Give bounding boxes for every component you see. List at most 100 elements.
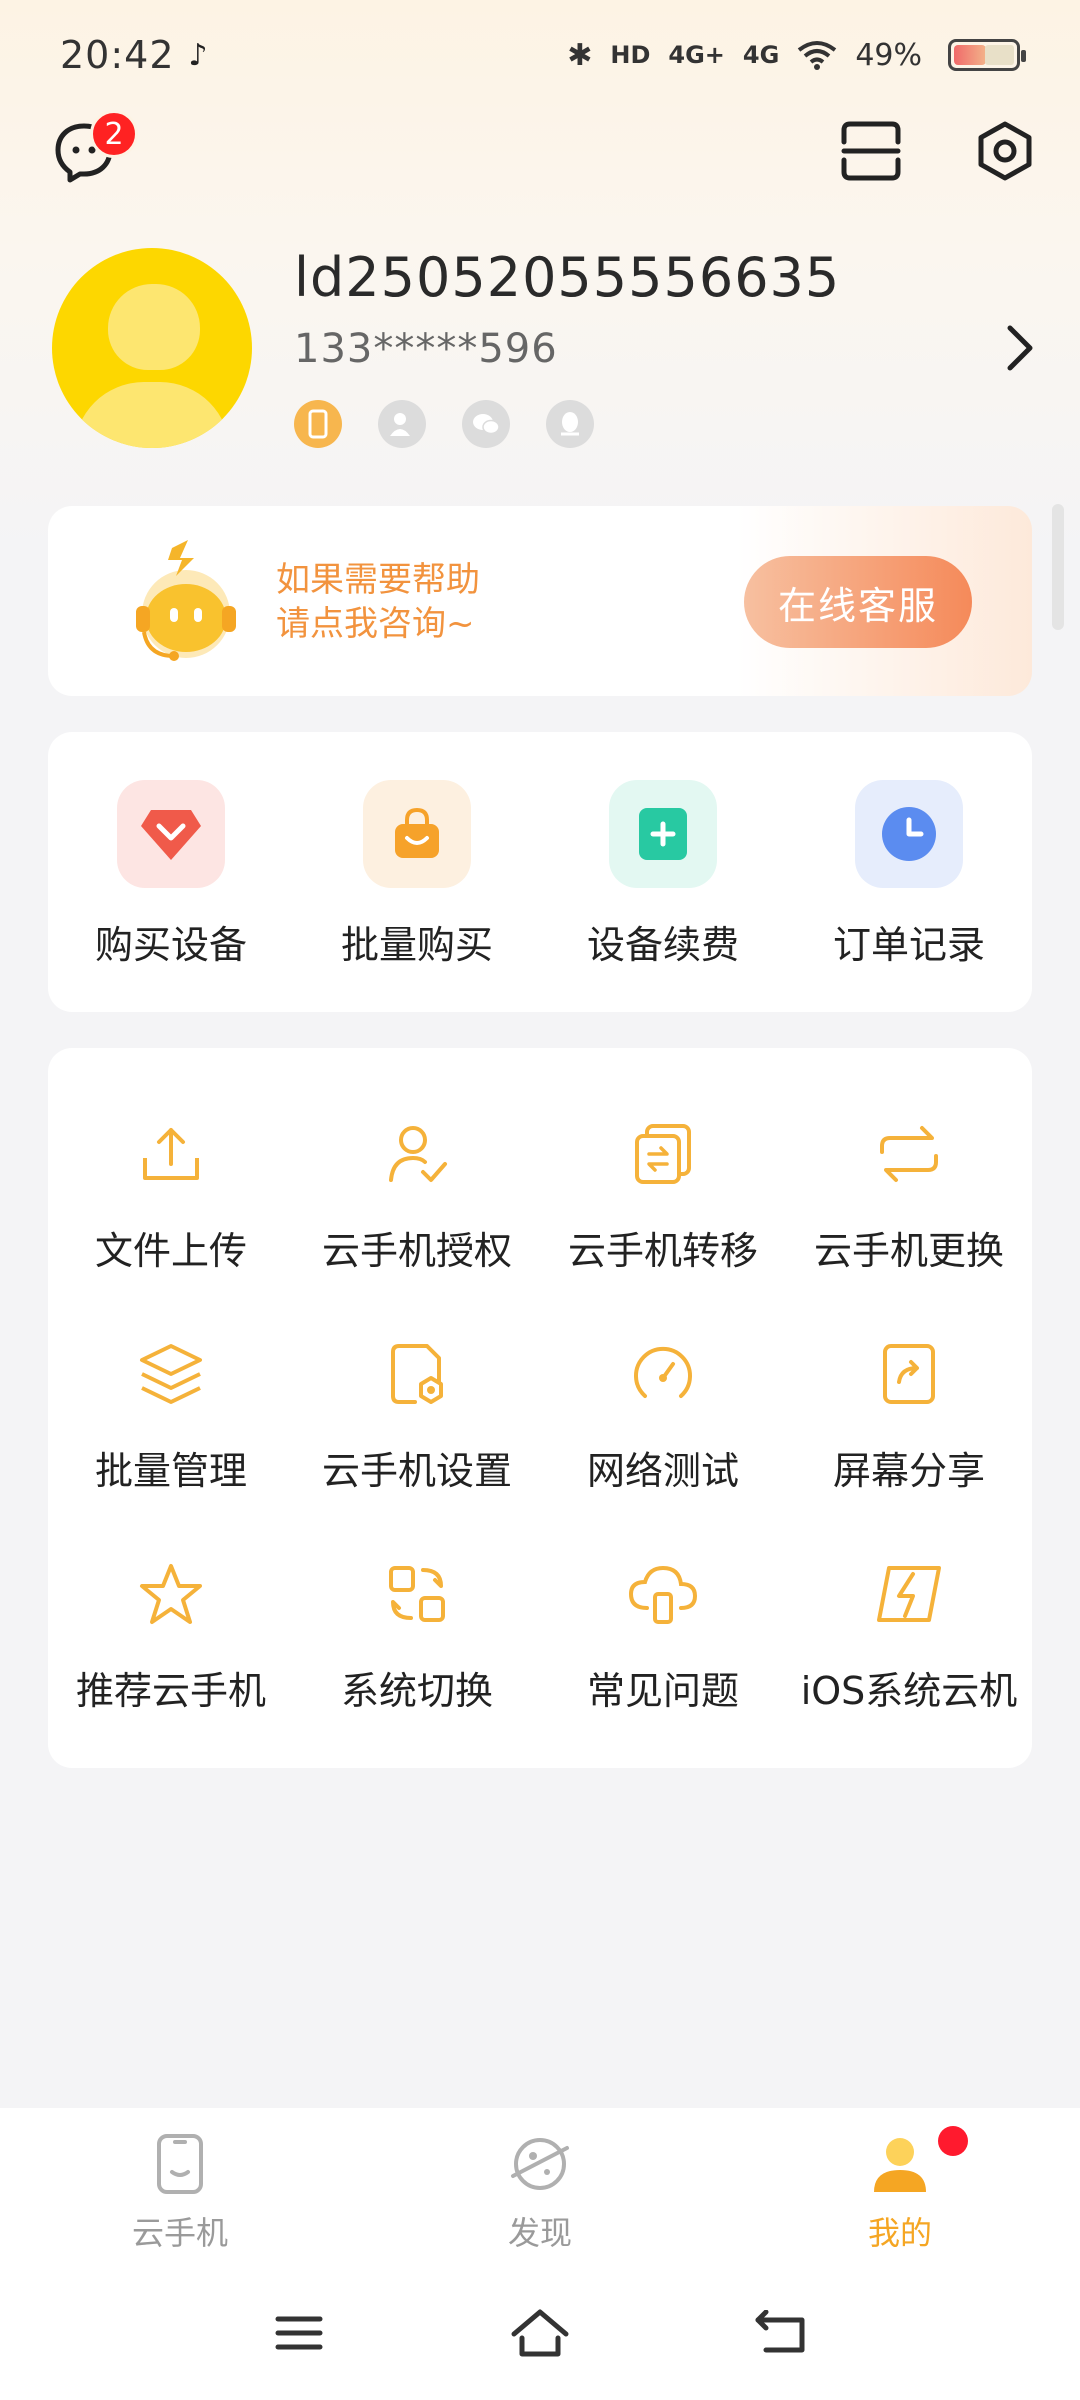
tool-label: 批量管理 xyxy=(94,1449,247,1493)
tool-device-settings[interactable]: 云手机设置 xyxy=(294,1308,540,1528)
network-signal-a: 4G+ xyxy=(668,41,725,69)
user-phone: 133*****596 xyxy=(294,326,558,372)
tab-label: 云手机 xyxy=(131,2214,228,2252)
battery-text: 49% xyxy=(855,37,922,73)
tool-label: 推荐云手机 xyxy=(75,1669,266,1713)
scrollbar[interactable] xyxy=(1052,504,1064,630)
back-button[interactable] xyxy=(746,2298,816,2368)
status-time: 20:42 xyxy=(60,33,175,77)
upload-icon xyxy=(133,1116,209,1192)
share-screen-icon xyxy=(871,1336,947,1412)
tool-label: 云手机转移 xyxy=(567,1229,758,1273)
mascot-icon xyxy=(136,540,236,661)
shop-item-label: 批量购买 xyxy=(340,923,493,967)
home-button[interactable] xyxy=(505,2298,575,2368)
shop-item-bulk-buy[interactable]: 批量购买 xyxy=(294,732,540,1012)
online-service-button[interactable]: 在线客服 xyxy=(744,556,972,648)
realname-bind-icon[interactable] xyxy=(378,400,426,448)
phone-icon xyxy=(157,2134,203,2194)
tool-file-upload[interactable]: 文件上传 xyxy=(48,1088,294,1308)
tool-faq[interactable]: 常见问题 xyxy=(540,1528,786,1748)
swap-icon xyxy=(871,1116,947,1192)
tool-label: 网络测试 xyxy=(586,1449,739,1493)
transfer-icon xyxy=(625,1116,701,1192)
system-switch-icon xyxy=(379,1556,455,1632)
wechat-bind-icon[interactable] xyxy=(462,400,510,448)
settings-button[interactable] xyxy=(970,116,1040,186)
battery-icon xyxy=(948,39,1026,71)
message-badge: 2 xyxy=(90,110,138,158)
shop-item-renew[interactable]: 设备续费 xyxy=(540,732,786,1012)
device-settings-icon xyxy=(379,1336,455,1412)
scan-button[interactable] xyxy=(836,116,906,186)
menu-icon xyxy=(275,2316,323,2350)
shop-item-label: 设备续费 xyxy=(586,923,739,967)
help-text: 如果需要帮助 请点我咨询~ xyxy=(276,558,480,646)
account-binding-icons xyxy=(294,400,594,448)
tool-label: 云手机设置 xyxy=(321,1449,512,1493)
network-signal-b: 4G xyxy=(742,41,780,69)
shop-item-buy-device[interactable]: 购买设备 xyxy=(48,732,294,1012)
phone-bind-icon[interactable] xyxy=(294,400,342,448)
tool-system-switch[interactable]: 系统切换 xyxy=(294,1528,540,1748)
shopping-bag-icon xyxy=(363,780,471,888)
star-icon xyxy=(133,1556,209,1632)
status-indicators: ✱ HD 4G+ 4G 49% xyxy=(567,37,1026,73)
tool-label: 屏幕分享 xyxy=(832,1449,985,1493)
scan-icon xyxy=(841,121,901,181)
lightning-icon xyxy=(871,1556,947,1632)
bluetooth-icon: ✱ xyxy=(567,37,593,73)
status-bar: 20:42 ♪ ✱ HD 4G+ 4G 49% xyxy=(0,0,1080,110)
tab-discover[interactable]: 发现 xyxy=(360,2108,720,2268)
tool-batch-manage[interactable]: 批量管理 xyxy=(48,1308,294,1528)
tool-label: 云手机更换 xyxy=(813,1229,1004,1273)
tool-label: 系统切换 xyxy=(340,1669,493,1713)
gear-icon xyxy=(978,121,1032,181)
shop-item-label: 订单记录 xyxy=(832,923,985,967)
layers-icon xyxy=(133,1336,209,1412)
tool-transfer[interactable]: 云手机转移 xyxy=(540,1088,786,1308)
tool-replace[interactable]: 云手机更换 xyxy=(786,1088,1032,1308)
tab-label: 我的 xyxy=(867,2214,932,2252)
home-icon xyxy=(511,2309,569,2357)
planet-icon xyxy=(511,2138,569,2190)
tool-ios-cloud[interactable]: iOS系统云机 xyxy=(786,1528,1032,1748)
profile-detail-button[interactable] xyxy=(1000,318,1040,378)
menu-button[interactable] xyxy=(264,2298,334,2368)
cloud-phone-icon xyxy=(625,1556,701,1632)
plus-icon xyxy=(609,780,717,888)
bottom-nav: 云手机 发现 我的 xyxy=(0,2108,1080,2268)
user-check-icon xyxy=(379,1116,455,1192)
user-id[interactable]: ld25052055556635 xyxy=(294,246,840,309)
shop-item-orders[interactable]: 订单记录 xyxy=(786,732,1032,1012)
diamond-icon xyxy=(117,780,225,888)
tool-label: 文件上传 xyxy=(94,1229,247,1273)
tab-cloud-phone[interactable]: 云手机 xyxy=(0,2108,360,2268)
tab-mine[interactable]: 我的 xyxy=(720,2108,1080,2268)
chevron-right-icon xyxy=(1007,325,1033,371)
tool-label: 云手机授权 xyxy=(321,1229,512,1273)
tool-authorize[interactable]: 云手机授权 xyxy=(294,1088,540,1308)
tools-card: 文件上传 云手机授权 云手机转移 云手机更换 批量管理 云手机设置 网络测试 屏… xyxy=(48,1048,1032,1768)
tool-label: iOS系统云机 xyxy=(800,1669,1018,1713)
help-line-2: 请点我咨询~ xyxy=(276,604,475,644)
tiktok-notification-icon: ♪ xyxy=(188,37,208,73)
qq-bind-icon[interactable] xyxy=(546,400,594,448)
help-line-1: 如果需要帮助 xyxy=(276,560,480,600)
notification-dot xyxy=(938,2126,968,2156)
clock-icon xyxy=(855,780,963,888)
speedometer-icon xyxy=(625,1336,701,1412)
help-banner[interactable]: 如果需要帮助 请点我咨询~ 在线客服 xyxy=(48,506,1032,696)
wifi-icon xyxy=(798,41,837,70)
system-nav-bar xyxy=(0,2268,1080,2400)
tool-label: 常见问题 xyxy=(586,1669,739,1713)
hd-icon: HD xyxy=(610,41,651,69)
back-icon xyxy=(755,2310,805,2353)
shop-item-label: 购买设备 xyxy=(94,923,247,967)
tool-recommend[interactable]: 推荐云手机 xyxy=(48,1528,294,1748)
tool-network-test[interactable]: 网络测试 xyxy=(540,1308,786,1528)
tab-label: 发现 xyxy=(507,2214,572,2252)
avatar[interactable] xyxy=(52,248,252,448)
profile-icon xyxy=(874,2138,926,2192)
tool-screen-share[interactable]: 屏幕分享 xyxy=(786,1308,1032,1528)
